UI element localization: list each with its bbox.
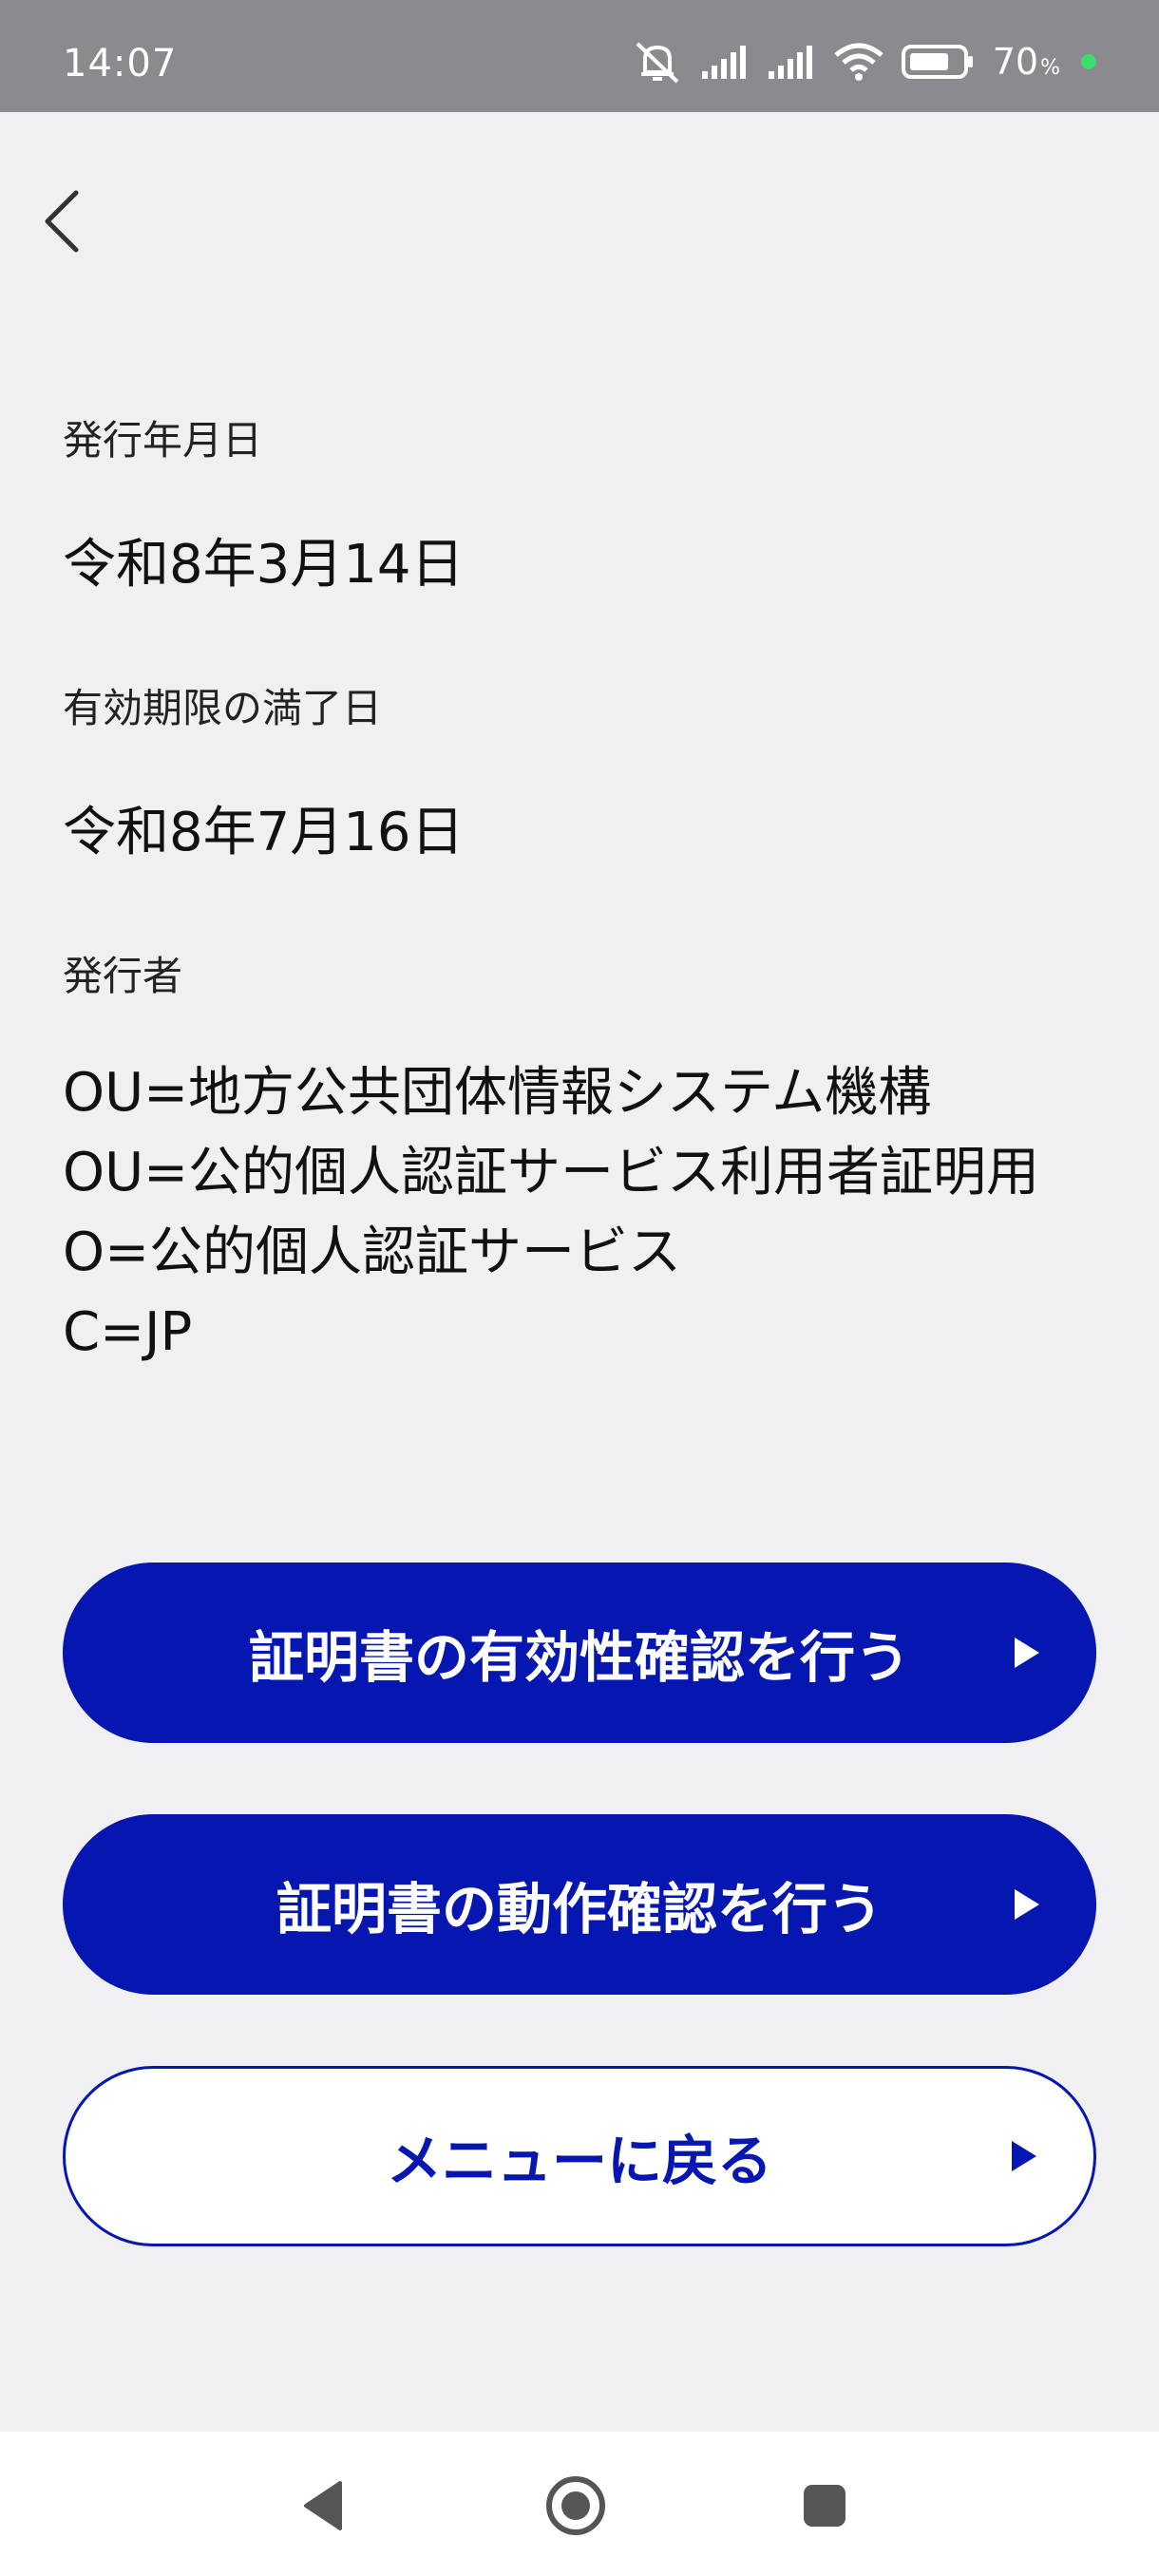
issuer-field: 発行者 OU=地方公共団体情報システム機構 OU=公的個人認証サービス利用者証明… (63, 944, 1039, 1373)
issue-date-label: 発行年月日 (63, 417, 263, 464)
validity-check-button[interactable]: 証明書の有効性確認を行う (63, 1563, 1096, 1743)
status-time: 14:07 (63, 42, 178, 85)
nav-recents-button[interactable] (787, 2470, 863, 2546)
navigation-bar (0, 2432, 1159, 2576)
expiry-date-label: 有効期限の満了日 (63, 685, 383, 731)
back-to-menu-button[interactable]: メニューに戻る (63, 2066, 1096, 2246)
battery-level: 70% (993, 41, 1060, 83)
play-arrow-icon (1015, 1889, 1039, 1920)
play-arrow-icon (1012, 2141, 1036, 2171)
nav-home-button[interactable] (538, 2470, 614, 2546)
expiry-date-field: 有効期限の満了日 令和8年7月16日 (63, 676, 465, 866)
battery-icon (901, 43, 976, 81)
issue-date-field: 発行年月日 令和8年3月14日 (63, 408, 465, 598)
signal-icon (700, 43, 750, 81)
back-to-menu-label: メニューに戻る (386, 2129, 772, 2193)
back-triangle-icon (300, 2479, 346, 2536)
operation-check-button[interactable]: 証明書の動作確認を行う (63, 1814, 1096, 1995)
recents-square-icon (801, 2482, 848, 2533)
signal-icon (767, 43, 816, 81)
play-arrow-icon (1015, 1638, 1039, 1668)
operation-check-label: 証明書の動作確認を行う (276, 1877, 883, 1941)
issuer-line: C=JP (63, 1301, 193, 1363)
battery-level-value: 70 (992, 41, 1039, 83)
issuer-lines: OU=地方公共団体情報システム機構 OU=公的個人認証サービス利用者証明用 O=… (63, 1053, 1039, 1373)
screen: 14:07 70% 発行年月日 令和8年3月14日 有効期限の満了日 令和8年7… (0, 0, 1159, 2576)
validity-check-label: 証明書の有効性確認を行う (248, 1625, 910, 1690)
issuer-line: OU=公的個人認証サービス利用者証明用 (63, 1142, 1039, 1203)
charging-dot-icon (1081, 54, 1096, 69)
issuer-line: OU=地方公共団体情報システム機構 (63, 1062, 932, 1124)
issue-date-value: 令和8年3月14日 (63, 534, 465, 596)
mute-icon (632, 40, 683, 84)
back-button[interactable] (28, 180, 95, 266)
chevron-left-icon (40, 187, 84, 259)
nav-back-button[interactable] (285, 2470, 361, 2546)
status-icons: 70% (632, 38, 1096, 85)
battery-unit: % (1040, 56, 1060, 80)
status-bar: 14:07 70% (0, 0, 1159, 112)
issuer-label: 発行者 (63, 953, 183, 999)
wifi-icon (833, 42, 884, 82)
home-circle-icon (544, 2474, 607, 2541)
issuer-line: O=公的個人認証サービス (63, 1222, 681, 1283)
expiry-date-value: 令和8年7月16日 (63, 802, 465, 863)
